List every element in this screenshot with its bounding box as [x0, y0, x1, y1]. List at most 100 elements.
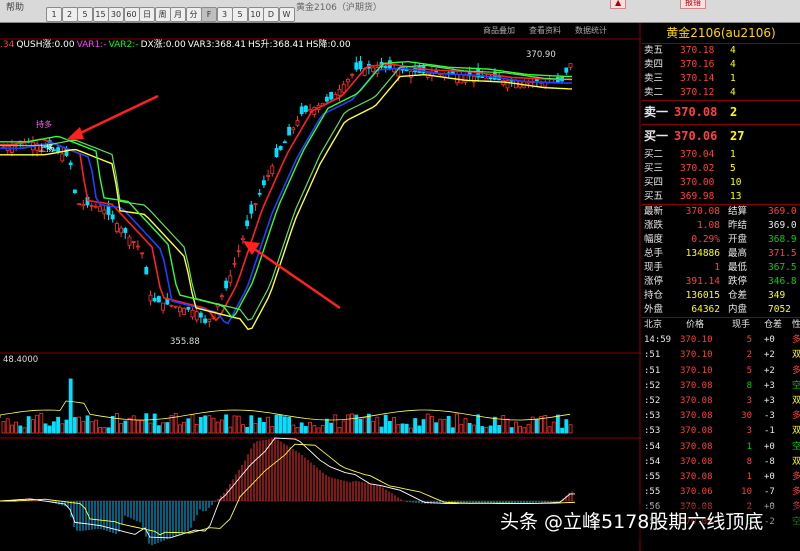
stat-label: 内盘: [728, 304, 748, 315]
volume-bar: [219, 419, 224, 434]
period-button-10[interactable]: F: [201, 7, 217, 22]
tick-row[interactable]: :54 370.08 8 -8 双: [642, 455, 800, 470]
period-button-15[interactable]: W: [278, 7, 295, 22]
indicator-value: HS升:368.41: [247, 40, 304, 50]
tick-price: 370.06: [680, 487, 713, 498]
tick-row[interactable]: :55 370.06 10 -7 多: [642, 485, 800, 500]
volume-bar: [329, 422, 334, 434]
quote-label: 卖五: [644, 45, 664, 56]
volume-bar: [224, 414, 229, 434]
candle-body: [291, 127, 296, 131]
tick-time: :53: [644, 411, 661, 422]
candle-body: [350, 73, 355, 76]
volume-bar: [320, 424, 325, 434]
candle-body: [102, 209, 107, 215]
tick-row[interactable]: :55 370.08 1 +0 多: [642, 470, 800, 485]
tick-oi: -7: [764, 487, 775, 498]
candle-body: [564, 67, 569, 73]
candle-body: [152, 297, 157, 302]
kline-canvas[interactable]: 商品叠加 查看资料 数据统计 370.90 355.88 上扬 持多 48.4000: [0, 23, 641, 551]
volume-bar: [413, 418, 418, 434]
high-price-label: 370.90: [526, 50, 556, 60]
tick-row[interactable]: :51 370.10 5 +2 多: [642, 364, 800, 379]
volume-bar: [471, 424, 476, 434]
tick-row[interactable]: :53 370.08 30 -3 多: [642, 409, 800, 424]
volume-bar: [417, 425, 422, 434]
volume-bar: [249, 415, 254, 434]
stat-value: 369.0: [768, 206, 797, 217]
candle-body: [383, 65, 388, 69]
volume-bar: [177, 424, 182, 434]
volume-bar: [52, 421, 56, 434]
quote-label: 卖四: [644, 59, 664, 70]
volume-bar: [387, 420, 392, 434]
stat-value: 1: [714, 262, 720, 273]
candle-body: [98, 206, 102, 212]
period-button-14[interactable]: D: [263, 7, 279, 22]
ask-row[interactable]: 卖四 370.16 4: [642, 58, 800, 72]
tick-oi: -8: [764, 456, 775, 467]
volume-bar: [564, 419, 569, 434]
period-button-0[interactable]: 1: [46, 7, 62, 22]
period-button-7[interactable]: 周: [154, 7, 171, 22]
tick-row[interactable]: :53 370.08 3 -1 双: [642, 424, 800, 439]
quote-label: 买四: [644, 177, 664, 188]
candle-body: [127, 236, 132, 246]
candle-body: [287, 126, 292, 136]
ask-row[interactable]: 卖五 370.18 4: [642, 44, 800, 58]
stat-value: 346.8: [768, 276, 797, 287]
volume-bar: [459, 423, 464, 434]
bid-row[interactable]: 买三 370.02 5: [642, 162, 800, 176]
volume-bar: [404, 423, 409, 434]
volume-bar: [240, 424, 245, 434]
period-button-3[interactable]: 15: [92, 7, 109, 22]
volume-bar: [211, 417, 216, 434]
period-button-13[interactable]: 10: [247, 7, 264, 22]
ask-row[interactable]: 卖三 370.14 1: [642, 72, 800, 86]
tick-row[interactable]: :52 370.08 3 +3 双: [642, 394, 800, 409]
help-menu[interactable]: 帮助: [6, 0, 24, 13]
period-button-11[interactable]: 3: [216, 7, 233, 22]
ask1-row[interactable]: 卖一 370.08 2: [642, 101, 800, 124]
candle-body: [182, 307, 187, 315]
bid-row[interactable]: 买二 370.04 1: [642, 148, 800, 162]
period-button-5[interactable]: 60: [123, 7, 140, 22]
period-button-2[interactable]: 5: [77, 7, 93, 22]
period-button-9[interactable]: 分: [185, 7, 202, 22]
candle-body: [266, 175, 271, 177]
volume-bar: [102, 427, 107, 434]
stat-label: 昨结: [728, 220, 748, 231]
period-button-1[interactable]: 2: [61, 7, 78, 22]
tick-row[interactable]: :51 370.10 2 +2 双: [642, 348, 800, 363]
indicator-value: VAR1:-: [76, 40, 107, 50]
quote-volume: 4: [730, 59, 736, 70]
tick-row[interactable]: :54 370.08 1 +0 空: [642, 440, 800, 455]
candle-body: [219, 295, 224, 298]
volume-bar: [127, 417, 132, 434]
volume-bar: [60, 423, 65, 434]
bid-row[interactable]: 买四 370.00 10: [642, 176, 800, 190]
warning-badge[interactable]: ▲: [610, 0, 627, 9]
volume-bar: [106, 427, 111, 434]
period-button-8[interactable]: 月: [170, 7, 186, 22]
candle-body: [282, 141, 287, 144]
tick-price: 370.08: [680, 456, 713, 467]
period-button-6[interactable]: 日: [139, 7, 155, 22]
kline-chart[interactable]: 商品叠加 查看资料 数据统计 370.90 355.88 上扬 持多 48.4000: [0, 23, 641, 551]
stat-label: 最新: [644, 206, 664, 217]
tick-kind: 多: [792, 365, 800, 376]
ask-row[interactable]: 卖二 370.12 4: [642, 86, 800, 100]
report-button[interactable]: 报错: [680, 0, 706, 9]
volume-bar: [308, 422, 313, 434]
period-button-4[interactable]: 30: [108, 7, 124, 22]
volume-bar: [392, 417, 397, 434]
bid1-row[interactable]: 买一 370.06 27: [642, 125, 800, 148]
tick-row[interactable]: :52 370.08 8 +3 空: [642, 379, 800, 394]
tick-row[interactable]: 14:59 370.10 5 +0 多: [642, 333, 800, 348]
period-button-12[interactable]: 5: [232, 7, 248, 22]
volume-bar: [190, 414, 195, 434]
bid-row[interactable]: 买五 369.98 13: [642, 190, 800, 204]
stat-value: 64362: [691, 304, 720, 315]
volume-bar: [337, 426, 342, 434]
quote-price: 369.98: [680, 191, 715, 202]
